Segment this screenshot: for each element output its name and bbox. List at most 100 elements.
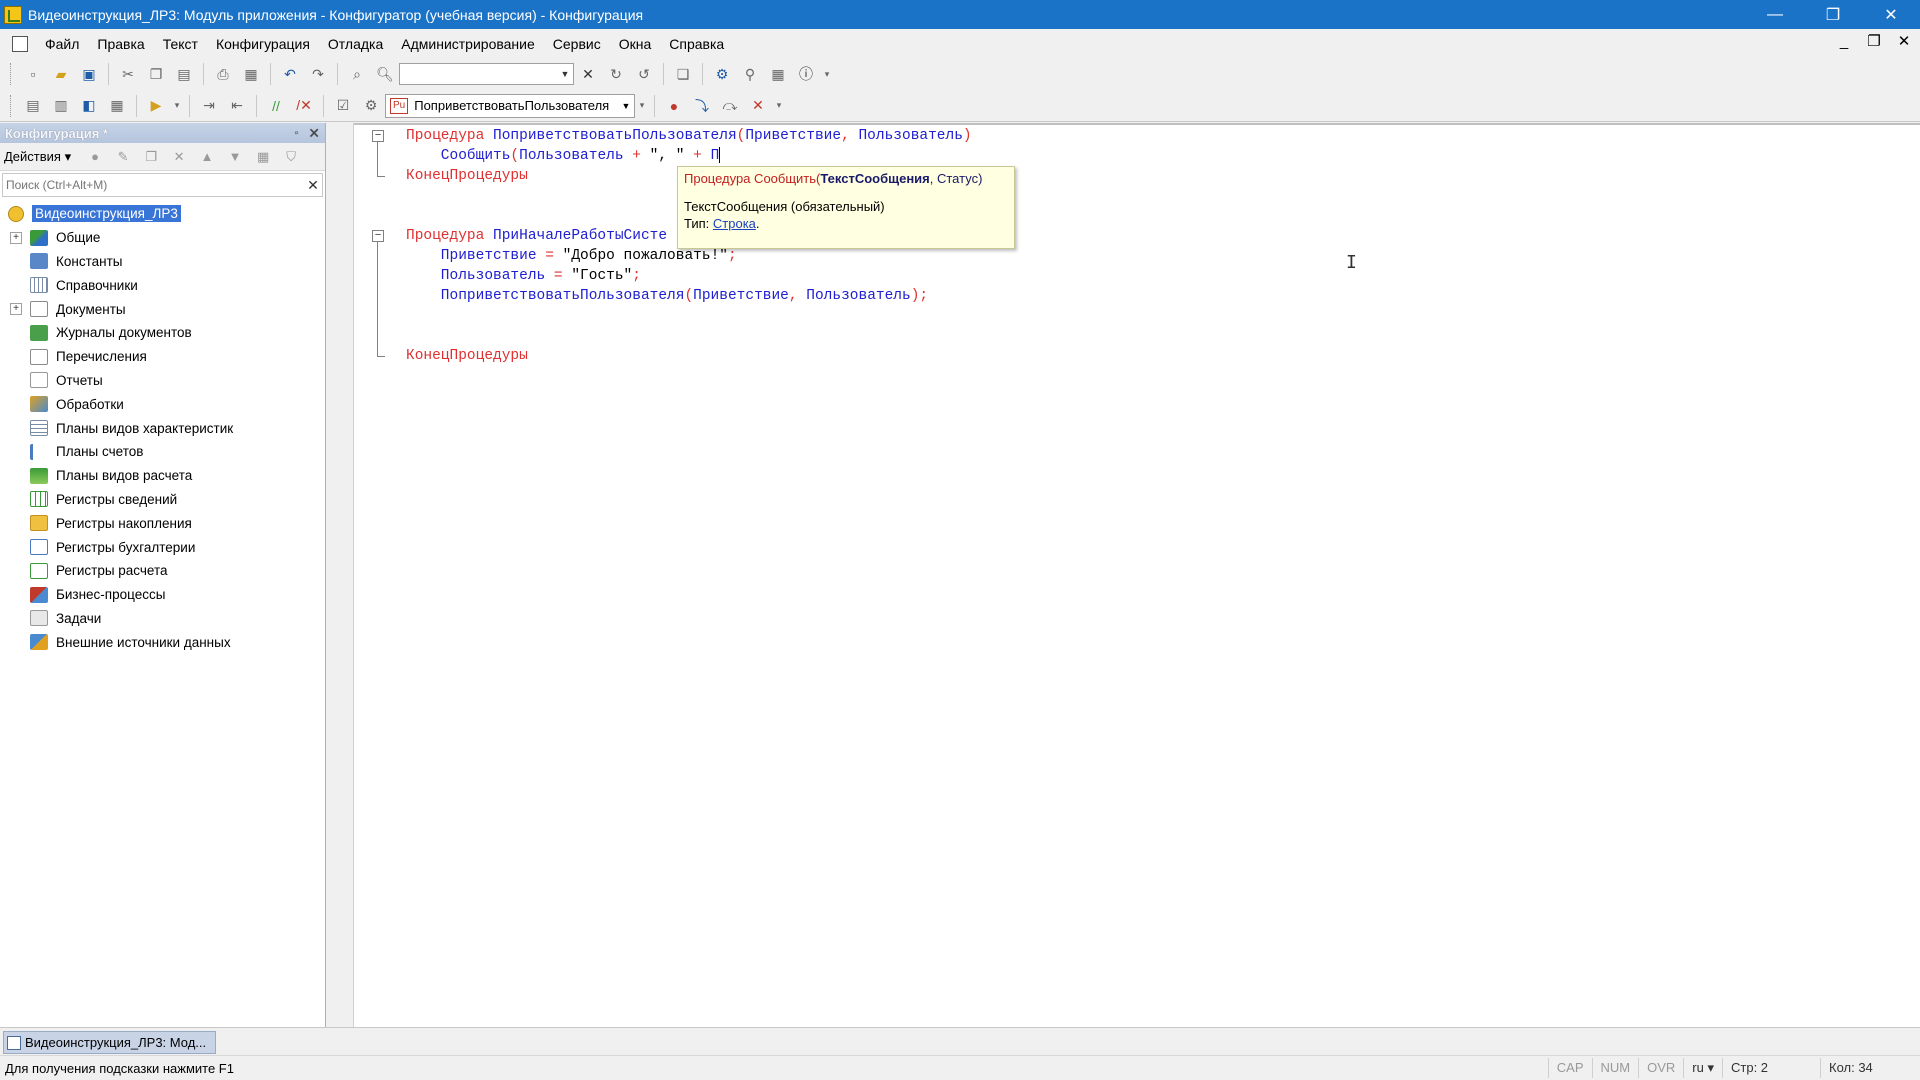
toolbar-grip[interactable] xyxy=(10,63,13,85)
search-input[interactable] xyxy=(400,64,557,84)
menu-help[interactable]: Справка xyxy=(660,33,733,55)
module-structure-icon[interactable]: ▥ xyxy=(49,94,73,118)
tree-item[interactable]: Регистры сведений xyxy=(0,488,325,512)
find-previous-icon[interactable]: ↺ xyxy=(632,62,656,86)
uncomment-icon[interactable]: /✕ xyxy=(292,94,316,118)
tree-item[interactable]: Константы xyxy=(0,250,325,274)
code-line[interactable] xyxy=(360,326,1920,346)
code-line[interactable]: ПоприветствоватьПользователя(Приветствие… xyxy=(360,286,1920,306)
tree-item[interactable]: Регистры бухгалтерии xyxy=(0,535,325,559)
mdi-close-button[interactable]: ✕ xyxy=(1894,32,1914,52)
collapse-icon[interactable]: − xyxy=(372,130,384,142)
tree-item[interactable]: Планы счетов xyxy=(0,440,325,464)
tree-item[interactable]: Регистры расчета xyxy=(0,559,325,583)
mdi-restore-button[interactable]: ❐ xyxy=(1864,32,1884,52)
window-tab-app-module[interactable]: Видеоинструкция_ЛР3: Мод... xyxy=(3,1031,216,1054)
move-down-icon[interactable]: ▼ xyxy=(226,148,244,166)
calculator-icon[interactable]: ▦ xyxy=(766,62,790,86)
mdi-minimize-button[interactable]: _ xyxy=(1834,32,1854,52)
module-list-icon[interactable]: ▤ xyxy=(21,94,45,118)
tree-item[interactable]: Планы видов расчета xyxy=(0,464,325,488)
procedure-selector[interactable]: Pu ПоприветствоватьПользователя ▼ xyxy=(385,93,635,118)
tree-root-item[interactable]: Видеоинструкция_ЛР3 xyxy=(0,202,325,226)
step-over-icon[interactable]: ⤼ xyxy=(718,94,742,118)
paste-icon[interactable]: ▤ xyxy=(172,62,196,86)
search-objects-icon[interactable]: ⚲ xyxy=(738,62,762,86)
minimize-button[interactable]: — xyxy=(1746,0,1804,29)
outdent-icon[interactable]: ⇤ xyxy=(225,94,249,118)
code-line[interactable] xyxy=(360,206,1920,226)
menu-windows[interactable]: Окна xyxy=(610,33,661,55)
print-preview-icon[interactable]: ▦ xyxy=(239,62,263,86)
tree-item[interactable]: Перечисления xyxy=(0,345,325,369)
procedures-list-icon[interactable]: ⚙ xyxy=(359,94,383,118)
tree-item[interactable]: Обработки xyxy=(0,392,325,416)
tree-item[interactable]: Внешние источники данных xyxy=(0,630,325,654)
tree-item[interactable]: Бизнес-процессы xyxy=(0,583,325,607)
close-button[interactable]: ✕ xyxy=(1862,0,1920,29)
menu-administration[interactable]: Администрирование xyxy=(392,33,544,55)
cut-icon[interactable]: ✂ xyxy=(116,62,140,86)
syntax-check-icon[interactable]: ☑ xyxy=(331,94,355,118)
copy-icon[interactable]: ❐ xyxy=(144,62,168,86)
pin-icon[interactable]: ▫ xyxy=(295,128,299,139)
code-line[interactable]: − Процедура ПоприветствоватьПользователя(… xyxy=(360,126,1920,146)
open-folder-icon[interactable]: ▰ xyxy=(49,62,73,86)
redo-icon[interactable]: ↷ xyxy=(306,62,330,86)
editor-gutter[interactable] xyxy=(330,123,354,1027)
code-area[interactable]: − Процедура ПоприветствоватьПользователя(… xyxy=(360,126,1920,366)
info-icon[interactable]: ⓘ xyxy=(794,62,818,86)
sort-icon[interactable]: ▦ xyxy=(254,148,272,166)
chevron-down-icon[interactable]: ▼ xyxy=(618,101,634,111)
language-selector[interactable]: ru ▾ xyxy=(1683,1058,1722,1078)
step-into-icon[interactable]: ⤵ xyxy=(690,94,714,118)
code-line[interactable]: Пользователь = "Гость"; xyxy=(360,266,1920,286)
expand-icon[interactable]: + xyxy=(10,231,22,244)
code-line[interactable] xyxy=(360,186,1920,206)
database-config-icon[interactable]: ◧ xyxy=(77,94,101,118)
menu-configuration[interactable]: Конфигурация xyxy=(207,33,319,55)
menu-file[interactable]: Файл xyxy=(36,33,88,55)
find-in-files-icon[interactable]: ⌕ xyxy=(345,62,369,86)
expand-icon[interactable]: + xyxy=(10,303,22,316)
code-line[interactable]: КонецПроцедуры xyxy=(360,346,1920,366)
toolbar-grip[interactable] xyxy=(10,94,13,117)
new-file-icon[interactable]: ▫ xyxy=(21,62,45,86)
tree-item[interactable]: Регистры накопления xyxy=(0,511,325,535)
syntax-assistant-icon[interactable]: ⚙ xyxy=(710,62,734,86)
panel-close-icon[interactable]: ✕ xyxy=(308,125,320,142)
tree-item[interactable]: Справочники xyxy=(0,273,325,297)
indent-icon[interactable]: ⇥ xyxy=(197,94,221,118)
print-icon[interactable]: ⎙ xyxy=(211,62,235,86)
clear-search-icon[interactable]: ✕ xyxy=(576,62,600,86)
edit-icon[interactable]: ✎ xyxy=(114,148,132,166)
save-icon[interactable]: ▣ xyxy=(77,62,101,86)
configuration-search-input[interactable] xyxy=(3,175,304,195)
tooltip-type-link[interactable]: Строка xyxy=(713,216,756,231)
search-combo[interactable]: ▼ xyxy=(399,63,574,85)
undo-icon[interactable]: ↶ xyxy=(278,62,302,86)
tree-item[interactable]: Планы видов характеристик xyxy=(0,416,325,440)
tree-item[interactable]: Задачи xyxy=(0,607,325,631)
tree-item[interactable]: Журналы документов xyxy=(0,321,325,345)
table-icon[interactable]: ▦ xyxy=(105,94,129,118)
run-debug-icon[interactable]: ▶ xyxy=(144,94,168,118)
code-line[interactable]: КонецПроцедуры xyxy=(360,166,1920,186)
toolbar-options-icon[interactable]: ▾ xyxy=(637,94,647,118)
tree-item[interactable]: Отчеты xyxy=(0,369,325,393)
remove-breakpoints-icon[interactable]: ✕ xyxy=(746,94,770,118)
menu-service[interactable]: Сервис xyxy=(544,33,610,55)
breakpoint-icon[interactable]: ● xyxy=(662,94,686,118)
chevron-down-icon[interactable]: ▼ xyxy=(557,64,573,84)
code-editor[interactable]: − Процедура ПоприветствоватьПользователя(… xyxy=(330,123,1920,1027)
copy-object-icon[interactable]: ❐ xyxy=(142,148,160,166)
menu-edit[interactable]: Правка xyxy=(88,33,153,55)
menu-text[interactable]: Текст xyxy=(154,33,207,55)
move-up-icon[interactable]: ▲ xyxy=(198,148,216,166)
code-line[interactable]: Приветствие = "Добро пожаловать!"; xyxy=(360,246,1920,266)
search-clear-icon[interactable]: ✕ xyxy=(304,177,322,194)
code-line[interactable] xyxy=(360,306,1920,326)
delete-icon[interactable]: ✕ xyxy=(170,148,188,166)
add-icon[interactable]: ● xyxy=(86,148,104,166)
windows-icon[interactable]: ❏ xyxy=(671,62,695,86)
